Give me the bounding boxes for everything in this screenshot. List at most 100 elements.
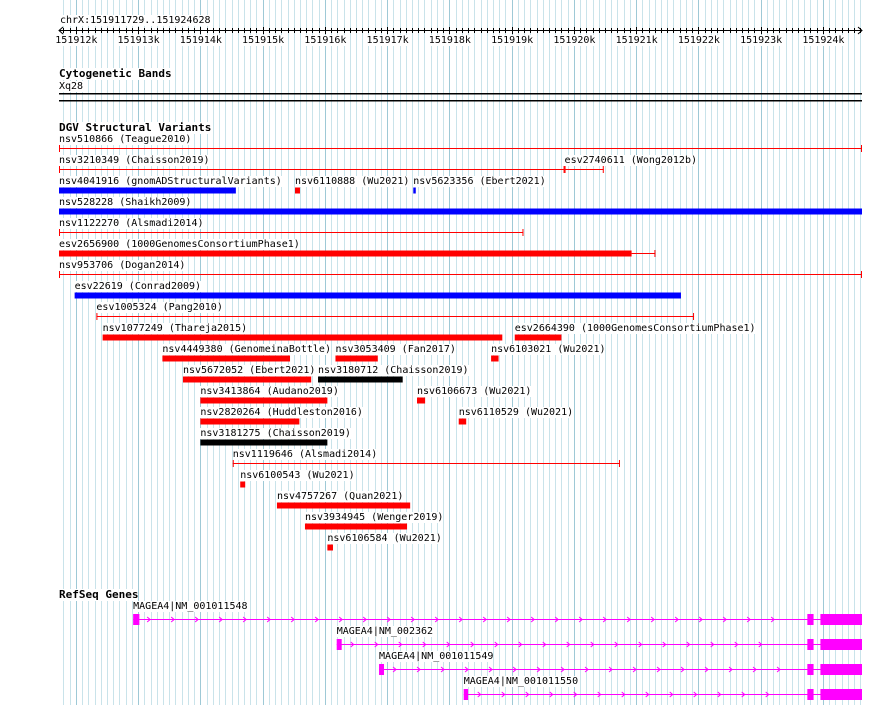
refseq-exon xyxy=(463,689,469,700)
dgv-variant-label[interactable]: nsv6103021 (Wu2021) xyxy=(491,344,606,355)
dgv-variant-label[interactable]: nsv3210349 (Chaisson2019) xyxy=(59,155,210,166)
refseq-gene-label[interactable]: MAGEA4|NM_002362 xyxy=(336,626,434,637)
dgv-variant-bar xyxy=(182,376,312,383)
dgv-variant-feature[interactable] xyxy=(182,376,312,383)
dgv-variant-feature[interactable] xyxy=(59,229,524,236)
dgv-variant-label[interactable]: nsv6100543 (Wu2021) xyxy=(240,470,355,481)
dgv-variant-label[interactable]: nsv1077249 (Thareja2015) xyxy=(102,323,248,334)
refseq-gene-feature[interactable] xyxy=(463,689,862,700)
dgv-variant-feature[interactable] xyxy=(335,355,378,362)
dgv-variant-label[interactable]: esv2740611 (Wong2012b) xyxy=(564,155,697,166)
cytoband-track-title[interactable]: Cytogenetic Bands xyxy=(59,68,172,80)
refseq-gene-feature[interactable] xyxy=(336,639,862,650)
dgv-variant-bar xyxy=(102,334,503,341)
dgv-variant-feature[interactable] xyxy=(74,292,681,299)
ruler-tick-label: 151913k xyxy=(117,35,160,46)
dgv-variant-label[interactable]: nsv953706 (Dogan2014) xyxy=(59,260,186,271)
dgv-variant-label[interactable]: nsv3181275 (Chaisson2019) xyxy=(200,428,351,439)
dgv-variant-feature[interactable] xyxy=(232,460,620,467)
dgv-variant-label[interactable]: nsv5623356 (Ebert2021) xyxy=(413,176,546,187)
dgv-variant-feature[interactable] xyxy=(59,187,236,194)
dgv-variant-feature[interactable] xyxy=(200,418,300,425)
dgv-variant-feature[interactable] xyxy=(458,418,467,425)
dgv-variant-label[interactable]: esv2664390 (1000GenomesConsortiumPhase1) xyxy=(514,323,756,334)
dgv-variant-bar xyxy=(240,481,246,488)
dgv-variant-bar xyxy=(295,187,300,194)
dgv-variant-feature[interactable] xyxy=(200,439,328,446)
dgv-variant-feature[interactable] xyxy=(59,208,862,215)
dgv-variant-feature[interactable] xyxy=(59,250,656,257)
dgv-variant-feature[interactable] xyxy=(304,523,408,530)
dgv-variant-label[interactable]: nsv1119646 (Alsmadi2014) xyxy=(232,449,378,460)
dgv-variant-label[interactable]: nsv5672052 (Ebert2021) xyxy=(182,365,316,376)
dgv-variant-feature[interactable] xyxy=(200,397,328,404)
dgv-variant-feature[interactable] xyxy=(59,145,862,152)
dgv-variant-bar xyxy=(59,250,632,257)
dgv-variant-feature[interactable] xyxy=(327,544,333,551)
dgv-variant-feature[interactable] xyxy=(514,334,562,341)
dgv-variant-feature[interactable] xyxy=(564,166,604,173)
dgv-variant-label[interactable]: nsv6110529 (Wu2021) xyxy=(458,407,574,418)
ruler-tick-label: 151914k xyxy=(179,35,222,46)
dgv-variant-label[interactable]: nsv3180712 (Chaisson2019) xyxy=(318,365,469,376)
dgv-variant-feature[interactable] xyxy=(102,334,503,341)
cytoband-label: Xq28 xyxy=(59,81,84,92)
dgv-variant-bar xyxy=(514,334,562,341)
dgv-variant-label[interactable]: nsv528228 (Shaikh2009) xyxy=(59,197,192,208)
dgv-variant-label[interactable]: nsv510866 (Teague2010) xyxy=(59,134,192,145)
dgv-variant-feature[interactable] xyxy=(59,166,565,173)
refseq-gene-feature[interactable] xyxy=(379,664,862,675)
dgv-variant-bar xyxy=(335,355,378,362)
dgv-variant-label[interactable]: nsv2820264 (Huddleston2016) xyxy=(200,407,363,418)
dgv-variant-feature[interactable] xyxy=(59,271,862,278)
ruler-tick-label: 151912k xyxy=(55,35,98,46)
dgv-variant-label[interactable]: esv2656900 (1000GenomesConsortiumPhase1) xyxy=(59,239,300,250)
refseq-exon xyxy=(820,639,862,650)
genome-browser-view: chrX:151911729..151924628 151912k 151913k… xyxy=(0,0,890,705)
refseq-exon xyxy=(379,664,385,675)
dgv-variant-bar xyxy=(318,376,403,383)
dgv-variant-label[interactable]: nsv6110888 (Wu2021) xyxy=(295,176,410,187)
dgv-variant-bar xyxy=(413,187,416,194)
dgv-variant-bar xyxy=(417,397,426,404)
dgv-variant-label[interactable]: nsv4449380 (GenomeinaBottle) xyxy=(162,344,331,355)
dgv-variant-feature[interactable] xyxy=(491,355,499,362)
dgv-variant-label[interactable]: nsv4757267 (Quan2021) xyxy=(276,491,404,502)
ruler-tick-label: 151918k xyxy=(428,35,471,46)
dgv-variant-bar xyxy=(327,544,333,551)
dgv-variant-feature[interactable] xyxy=(413,187,416,194)
dgv-variant-label[interactable]: nsv3053409 (Fan2017) xyxy=(335,344,456,355)
ruler-tick-label: 151923k xyxy=(740,35,783,46)
refseq-gene-label[interactable]: MAGEA4|NM_001011548 xyxy=(133,601,248,612)
dgv-variant-label[interactable]: esv1005324 (Pang2010) xyxy=(96,302,223,313)
dgv-variant-feature[interactable] xyxy=(162,355,291,362)
dgv-variant-feature[interactable] xyxy=(318,376,403,383)
dgv-variant-feature[interactable] xyxy=(96,313,695,320)
refseq-track-title[interactable]: RefSeq Genes xyxy=(59,589,139,601)
refseq-exon xyxy=(807,639,814,650)
dgv-variant-bar xyxy=(304,523,408,530)
dgv-variant-label[interactable]: esv22619 (Conrad2009) xyxy=(74,281,202,292)
ruler-tick-label: 151924k xyxy=(802,35,845,46)
dgv-variant-label[interactable]: nsv3413864 (Audano2019) xyxy=(200,386,339,397)
dgv-track-title[interactable]: DGV Structural Variants xyxy=(59,122,212,134)
dgv-variant-label[interactable]: nsv6106584 (Wu2021) xyxy=(327,533,442,544)
refseq-gene-label[interactable]: MAGEA4|NM_001011549 xyxy=(379,651,494,662)
ruler-tick-label: 151921k xyxy=(615,35,658,46)
refseq-gene-label[interactable]: MAGEA4|NM_001011550 xyxy=(463,676,579,687)
refseq-gene-feature[interactable] xyxy=(133,614,862,625)
dgv-variant-label[interactable]: nsv6106673 (Wu2021) xyxy=(417,386,532,397)
dgv-variant-feature[interactable] xyxy=(276,502,411,509)
dgv-variant-feature[interactable] xyxy=(240,481,246,488)
dgv-variant-label[interactable]: nsv3934945 (Wenger2019) xyxy=(304,512,444,523)
dgv-variant-feature[interactable] xyxy=(295,187,300,194)
ruler-tick-label: 151915k xyxy=(242,35,285,46)
ruler-tick-label: 151917k xyxy=(366,35,409,46)
ruler-tick-label: 151920k xyxy=(553,35,596,46)
dgv-variant-bar xyxy=(162,355,291,362)
ruler-tick-label: 151922k xyxy=(677,35,720,46)
cytoband-top-line xyxy=(59,93,862,95)
dgv-variant-feature[interactable] xyxy=(417,397,426,404)
dgv-variant-label[interactable]: nsv4041916 (gnomADStructuralVariants) xyxy=(59,176,282,187)
dgv-variant-label[interactable]: nsv1122270 (Alsmadi2014) xyxy=(59,218,204,229)
